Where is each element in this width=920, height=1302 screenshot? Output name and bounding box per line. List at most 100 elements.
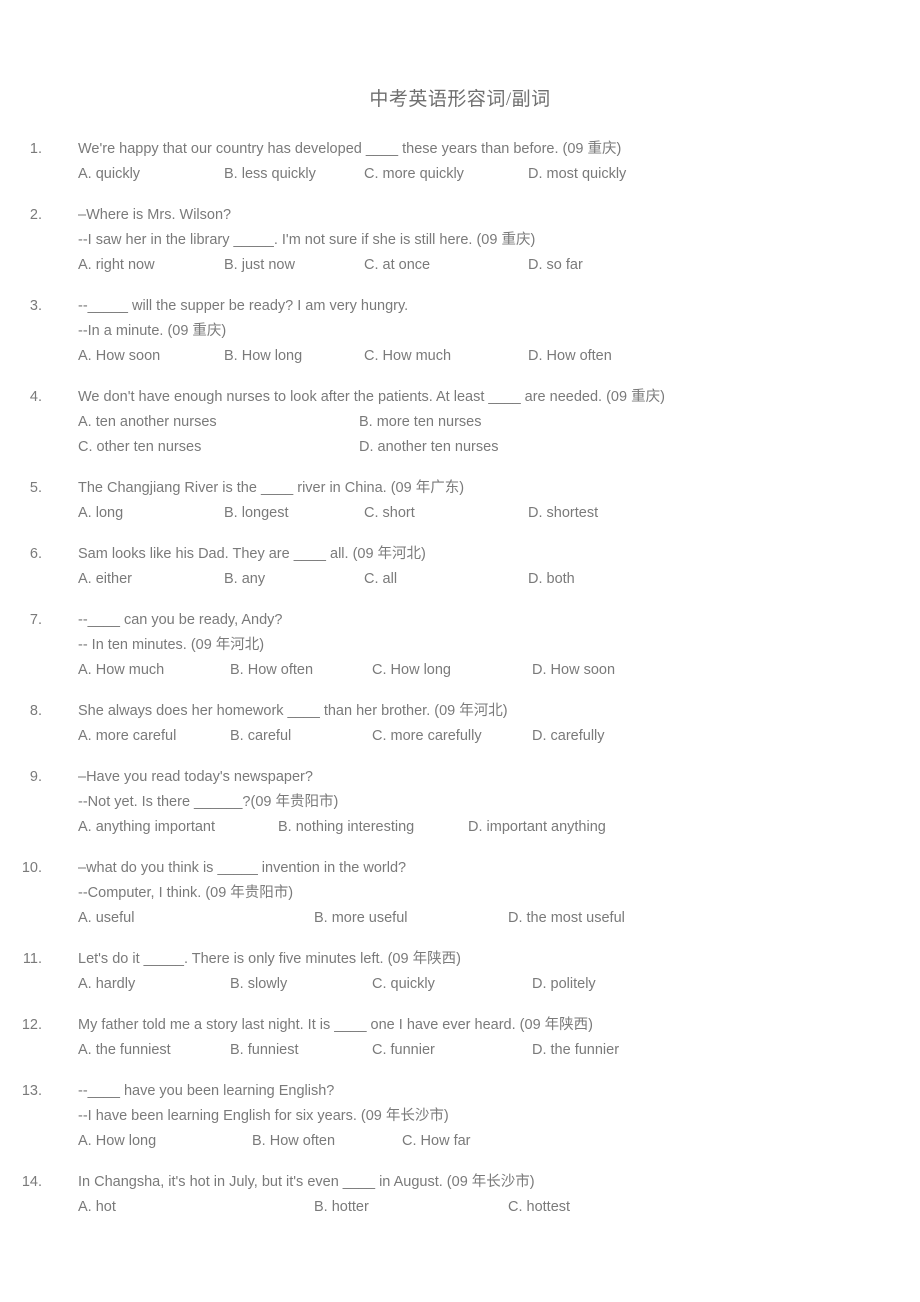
option-row: A. anything important B. nothing interest…	[78, 815, 880, 840]
option-group: A. How long B. How often C. How far	[78, 1129, 880, 1154]
option-choice[interactable]: A. more careful	[78, 724, 230, 749]
question-number: 12.	[21, 1017, 42, 1033]
option-choice[interactable]: A. the funniest	[78, 1038, 230, 1063]
option-group: A. hardly B. slowly C. quickly D. politely	[78, 972, 880, 997]
option-row: A. the funniest B. funniest C. funnier D. t…	[78, 1038, 880, 1063]
option-choice[interactable]: D. politely	[532, 972, 596, 997]
option-choice[interactable]: D. the most useful	[508, 906, 625, 931]
question-stem: We're happy that our country has develop…	[78, 141, 622, 157]
question-item: 12. My father told me a story last night.…	[0, 1013, 920, 1063]
question-reply: --I have been learning English for six y…	[78, 1108, 449, 1124]
question-stem: --_____ will the supper be ready? I am v…	[78, 298, 409, 314]
option-choice[interactable]: A. How soon	[78, 344, 224, 369]
option-choice[interactable]: C. all	[364, 567, 528, 592]
option-choice[interactable]: A. right now	[78, 253, 224, 278]
question-stem: The Changjiang River is the ____ river i…	[78, 480, 465, 496]
option-group: A. useful B. more useful D. the most usefu…	[78, 906, 880, 931]
question-number: 14.	[21, 1174, 42, 1190]
option-choice[interactable]: D. most quickly	[528, 162, 626, 187]
option-choice[interactable]: A. hot	[78, 1195, 314, 1220]
option-choice[interactable]: D. How often	[528, 344, 612, 369]
option-choice[interactable]: B. slowly	[230, 972, 372, 997]
question-stem: In Changsha, it's hot in July, but it's …	[78, 1174, 535, 1190]
option-choice[interactable]: C. How far	[402, 1129, 471, 1154]
option-choice[interactable]: B. How often	[230, 658, 372, 683]
option-row: A. hardly B. slowly C. quickly D. politely	[78, 972, 880, 997]
option-row: A. useful B. more useful D. the most usefu…	[78, 906, 880, 931]
question-item: 9. –Have you read today's newspaper? --Not…	[0, 765, 920, 840]
option-choice[interactable]: C. How much	[364, 344, 528, 369]
option-choice[interactable]: A. ten another nurses	[78, 410, 359, 435]
option-group: A. right now B. just now C. at once D. so f…	[78, 253, 880, 278]
option-choice[interactable]: C. funnier	[372, 1038, 532, 1063]
option-choice[interactable]: B. any	[224, 567, 364, 592]
option-choice[interactable]: C. more carefully	[372, 724, 532, 749]
question-stem: –what do you think is _____ invention in…	[78, 860, 407, 876]
option-row: A. more careful B. careful C. more careful…	[78, 724, 880, 749]
option-choice[interactable]: A. How long	[78, 1129, 252, 1154]
question-number: 11.	[22, 951, 42, 967]
option-choice[interactable]: B. less quickly	[224, 162, 364, 187]
question-stem: --____ can you be ready, Andy?	[78, 612, 283, 628]
option-choice[interactable]: B. careful	[230, 724, 372, 749]
option-group: A. long B. longest C. short D. shortest	[78, 501, 880, 526]
option-choice[interactable]: B. longest	[224, 501, 364, 526]
question-stem: She always does her homework ____ than h…	[78, 703, 508, 719]
option-choice[interactable]: B. hotter	[314, 1195, 508, 1220]
option-choice[interactable]: C. at once	[364, 253, 528, 278]
option-group: A. more careful B. careful C. more careful…	[78, 724, 880, 749]
option-choice[interactable]: A. How much	[78, 658, 230, 683]
question-number: 7.	[29, 612, 42, 628]
option-choice[interactable]: C. other ten nurses	[78, 435, 359, 460]
option-choice[interactable]: B. just now	[224, 253, 364, 278]
option-row: A. long B. longest C. short D. shortest	[78, 501, 880, 526]
option-group: A. the funniest B. funniest C. funnier D. t…	[78, 1038, 880, 1063]
question-number: 3.	[29, 298, 42, 314]
question-reply: --Computer, I think. (09 年贵阳市)	[78, 885, 294, 901]
option-choice[interactable]: B. nothing interesting	[278, 815, 468, 840]
question-number: 5.	[29, 480, 42, 496]
question-item: 2. –Where is Mrs. Wilson? --I saw her in t…	[0, 203, 920, 278]
question-number: 4.	[29, 389, 42, 405]
option-row: A. How much B. How often C. How long D. How…	[78, 658, 880, 683]
option-choice[interactable]: D. so far	[528, 253, 583, 278]
option-choice[interactable]: A. quickly	[78, 162, 224, 187]
option-choice[interactable]: C. short	[364, 501, 528, 526]
question-reply: --Not yet. Is there ______?(09 年贵阳市)	[78, 794, 339, 810]
option-choice[interactable]: D. How soon	[532, 658, 615, 683]
option-choice[interactable]: C. more quickly	[364, 162, 528, 187]
option-choice[interactable]: B. more useful	[314, 906, 508, 931]
option-choice[interactable]: B. more ten nurses	[359, 410, 482, 435]
option-choice[interactable]: D. the funnier	[532, 1038, 619, 1063]
option-choice[interactable]: D. both	[528, 567, 575, 592]
option-choice[interactable]: D. important anything	[468, 815, 606, 840]
option-choice[interactable]: A. hardly	[78, 972, 230, 997]
option-choice[interactable]: A. long	[78, 501, 224, 526]
question-item: 10. –what do you think is _____ invention…	[0, 856, 920, 931]
question-stem: –Where is Mrs. Wilson?	[78, 207, 232, 223]
question-number: 1.	[29, 141, 42, 157]
option-choice[interactable]: C. hottest	[508, 1195, 570, 1220]
question-list: 1. We're happy that our country has devel…	[0, 111, 920, 1220]
option-row: A. hot B. hotter C. hottest	[78, 1195, 880, 1220]
question-reply: --In a minute. (09 重庆)	[78, 323, 227, 339]
option-group: A. ten another nurses B. more ten nurses C…	[78, 410, 880, 460]
option-group: A. How soon B. How long C. How much D. How …	[78, 344, 880, 369]
question-item: 7. --____ can you be ready, Andy? -- In te…	[0, 608, 920, 683]
option-choice[interactable]: C. How long	[372, 658, 532, 683]
option-choice[interactable]: C. quickly	[372, 972, 532, 997]
question-stem: Sam looks like his Dad. They are ____ al…	[78, 546, 426, 562]
option-choice[interactable]: A. useful	[78, 906, 314, 931]
option-row: A. either B. any C. all D. both	[78, 567, 880, 592]
option-choice[interactable]: D. shortest	[528, 501, 598, 526]
option-choice[interactable]: D. carefully	[532, 724, 605, 749]
question-number: 13.	[21, 1083, 42, 1099]
option-choice[interactable]: A. either	[78, 567, 224, 592]
option-choice[interactable]: B. funniest	[230, 1038, 372, 1063]
question-item: 11. Let's do it _____. There is only five…	[0, 947, 920, 997]
option-choice[interactable]: D. another ten nurses	[359, 435, 498, 460]
option-choice[interactable]: A. anything important	[78, 815, 278, 840]
question-stem: My father told me a story last night. It…	[78, 1017, 593, 1033]
option-choice[interactable]: B. How often	[252, 1129, 402, 1154]
option-choice[interactable]: B. How long	[224, 344, 364, 369]
